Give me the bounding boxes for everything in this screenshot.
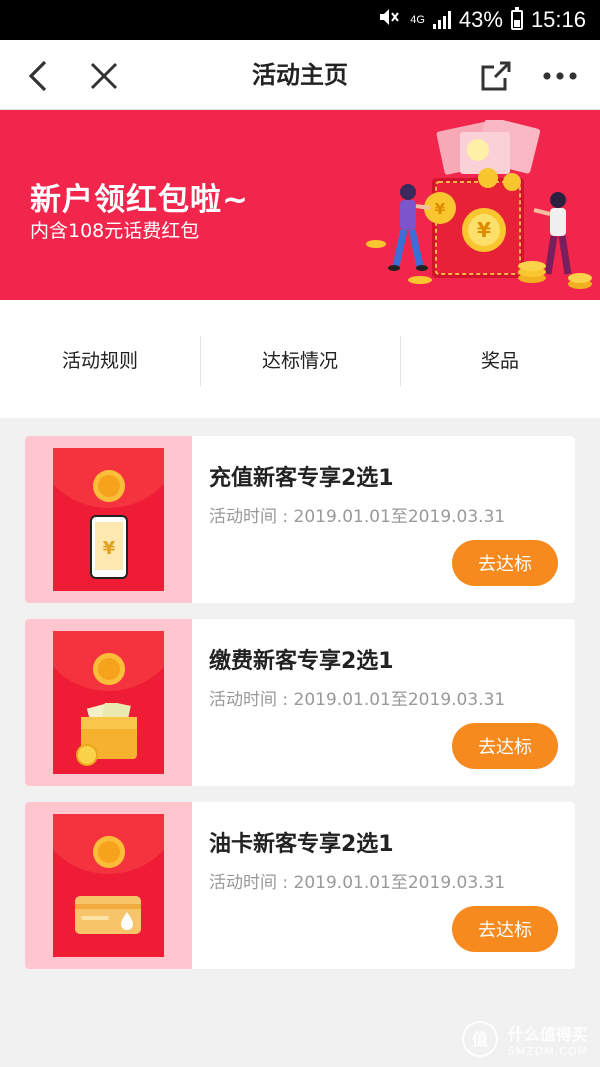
tab-prizes[interactable]: 奖品 (400, 300, 600, 418)
card-thumbnail: ¥ (25, 436, 192, 603)
red-envelope-icon: ¥ (53, 448, 164, 591)
activity-card[interactable]: 油卡新客专享2选1 活动时间 : 2019.01.01至2019.03.31 去… (25, 802, 575, 969)
red-envelope-icon (53, 814, 164, 957)
card-period: 活动时间 : 2019.01.01至2019.03.31 (209, 873, 506, 893)
watermark-line2: SMZDM.COM (507, 1044, 588, 1058)
watermark-line1: 什么值得买 (507, 1024, 588, 1044)
card-title: 充值新客专享2选1 (209, 466, 394, 491)
go-qualify-button[interactable]: 去达标 (452, 540, 558, 586)
card-thumbnail (25, 619, 192, 786)
clock: 15:16 (530, 7, 586, 32)
activity-card[interactable]: 缴费新客专享2选1 活动时间 : 2019.01.01至2019.03.31 去… (25, 619, 575, 786)
phone-yuan-icon: ¥ (90, 515, 128, 579)
close-icon (90, 62, 118, 90)
red-envelope-icon (53, 631, 164, 774)
close-button[interactable] (84, 56, 124, 96)
more-button[interactable] (540, 56, 580, 96)
tab-bar: 活动规则 达标情况 奖品 (0, 300, 600, 418)
activity-card[interactable]: ¥ 充值新客专享2选1 活动时间 : 2019.01.01至2019.03.31… (25, 436, 575, 603)
share-button[interactable] (476, 56, 516, 96)
banner-title: 新户领红包啦~ (30, 182, 249, 218)
signal-icon (432, 11, 451, 29)
fuel-card-icon (75, 896, 141, 934)
network-label: 4G (410, 13, 425, 26)
banner-subtitle: 内含108元话费红包 (30, 220, 200, 242)
card-period: 活动时间 : 2019.01.01至2019.03.31 (209, 690, 506, 710)
share-icon (481, 61, 511, 91)
card-title: 缴费新客专享2选1 (209, 649, 394, 674)
smzdm-logo-icon: 值 (461, 1021, 498, 1057)
svg-text:¥: ¥ (477, 218, 491, 242)
go-qualify-button[interactable]: 去达标 (452, 906, 558, 952)
card-title: 油卡新客专享2选1 (209, 832, 394, 857)
back-button[interactable] (18, 56, 58, 96)
nav-bar: 活动主页 (0, 40, 600, 110)
card-thumbnail (25, 802, 192, 969)
svg-text:¥: ¥ (435, 200, 446, 218)
svg-text:¥: ¥ (103, 538, 116, 559)
promo-banner[interactable]: 新户领红包啦~ 内含108元话费红包 ¥ ¥ (0, 110, 600, 300)
go-qualify-button[interactable]: 去达标 (452, 723, 558, 769)
watermark: 值 什么值得买 SMZDM.COM (460, 1019, 588, 1059)
back-arrow-icon (28, 60, 47, 92)
more-dots-icon (543, 72, 577, 80)
tab-progress[interactable]: 达标情况 (200, 300, 400, 418)
status-bar: 4G 43% 15:16 (0, 0, 600, 40)
card-period: 活动时间 : 2019.01.01至2019.03.31 (209, 507, 506, 527)
battery-percent: 43% (458, 7, 503, 32)
battery-icon (510, 7, 523, 30)
mute-icon (378, 6, 402, 34)
wallet-icon (76, 703, 137, 766)
svg-text:值: 值 (472, 1030, 488, 1049)
tab-rules[interactable]: 活动规则 (0, 300, 200, 418)
red-envelope-illustration: ¥ ¥ (366, 120, 592, 289)
